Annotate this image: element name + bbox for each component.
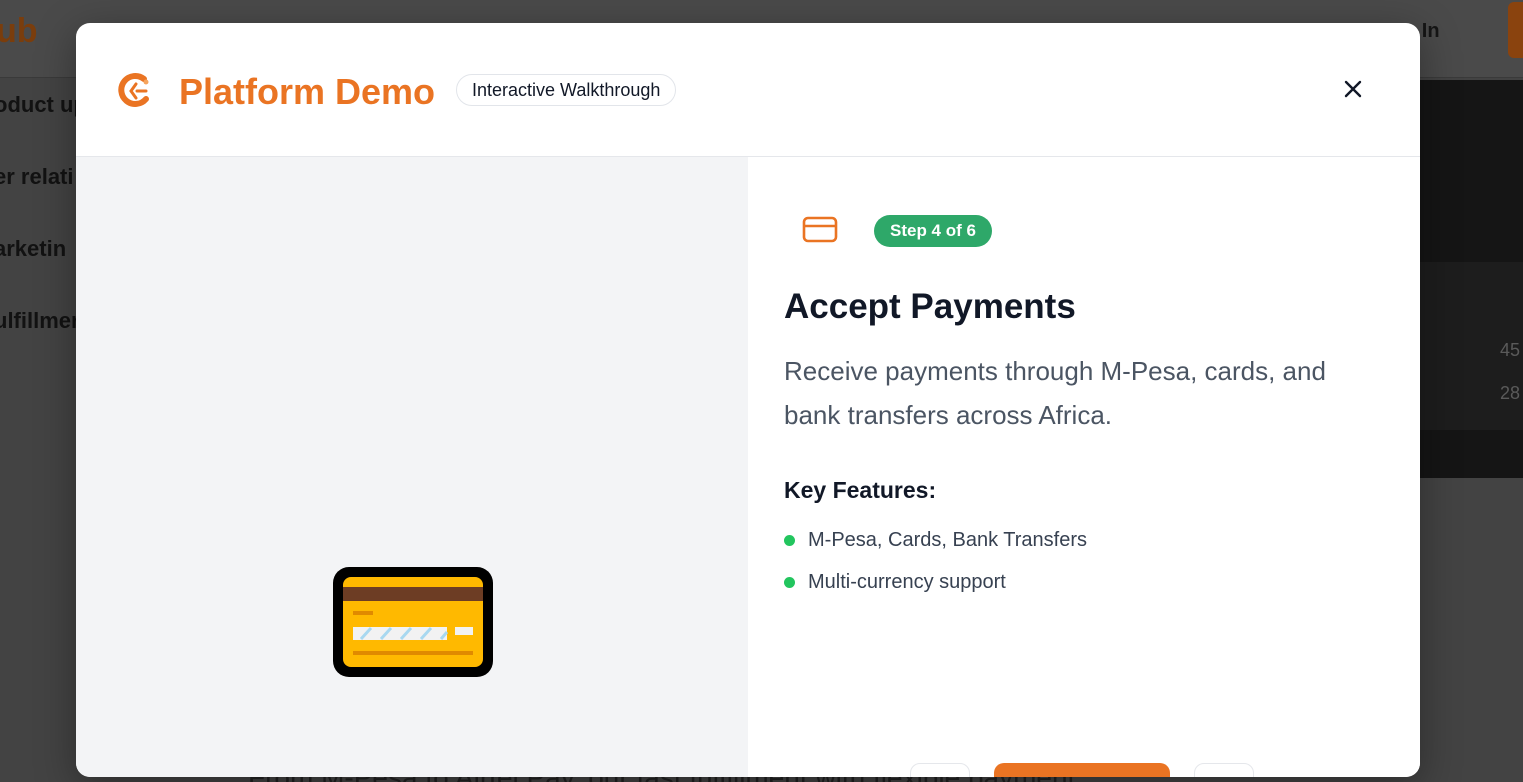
feature-item: M-Pesa, Cards, Bank Transfers bbox=[784, 527, 1087, 569]
step-description: Receive payments through M-Pesa, cards, … bbox=[784, 356, 1326, 430]
background-logo: ub bbox=[0, 12, 38, 50]
credit-card-illustration-icon bbox=[333, 567, 493, 677]
step-counter-badge: Step 4 of 6 bbox=[874, 215, 992, 247]
illustration-pane bbox=[76, 157, 748, 777]
next-button[interactable] bbox=[994, 763, 1170, 777]
features-heading: Key Features: bbox=[784, 477, 937, 503]
feature-item: Multi-currency support bbox=[784, 569, 1087, 611]
feature-label: Multi-currency support bbox=[808, 571, 1006, 593]
background-sidebar-item: arketin bbox=[0, 236, 67, 261]
previous-button[interactable] bbox=[910, 763, 970, 777]
modal-title: Platform Demo bbox=[179, 71, 436, 112]
feature-label: M-Pesa, Cards, Bank Transfers bbox=[808, 529, 1087, 551]
background-sidebar-item: er relati bbox=[0, 164, 74, 189]
background-number: 28 bbox=[1500, 383, 1521, 403]
skip-button[interactable] bbox=[1194, 763, 1254, 777]
demo-modal: Platform Demo Interactive Walkthrough St… bbox=[76, 23, 1420, 777]
check-dot-icon bbox=[784, 535, 795, 546]
walkthrough-badge: Interactive Walkthrough bbox=[456, 74, 677, 106]
background-number: 45 bbox=[1500, 340, 1521, 360]
background-sidebar-item: ulfillmer bbox=[0, 308, 80, 333]
feature-list: M-Pesa, Cards, Bank Transfers Multi-curr… bbox=[784, 527, 1087, 611]
check-dot-icon bbox=[784, 577, 795, 588]
background-cta-button bbox=[1508, 2, 1523, 58]
credit-card-icon bbox=[802, 216, 838, 243]
step-content-pane: Step 4 of 6 Accept Payments Receive paym… bbox=[748, 157, 1420, 777]
modal-header: Platform Demo Interactive Walkthrough bbox=[76, 23, 1420, 157]
background-sidebar-item: oduct up bbox=[0, 92, 87, 117]
step-title: Accept Payments bbox=[784, 287, 1076, 326]
close-icon[interactable] bbox=[1340, 76, 1366, 102]
brand-logo-icon bbox=[118, 72, 149, 107]
